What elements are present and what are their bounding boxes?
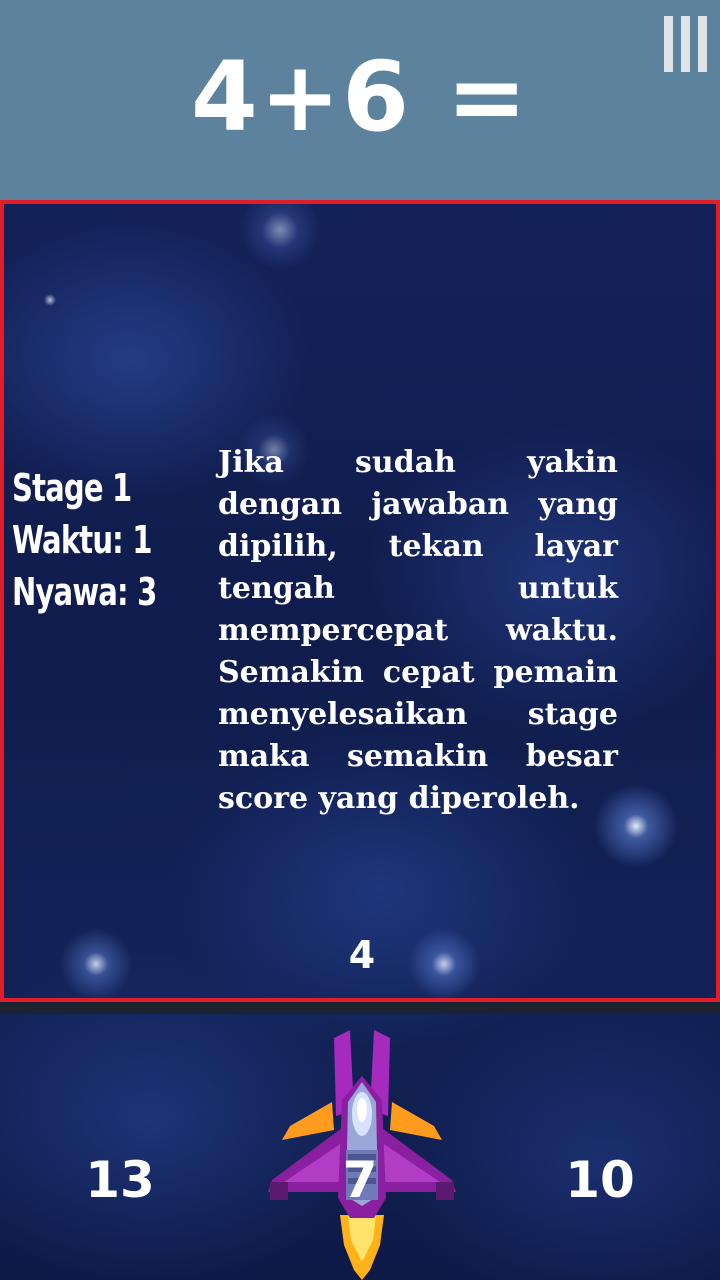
answer-option-3[interactable]: 10 — [540, 1150, 660, 1210]
stats-panel: Stage 1 Waktu: 1 Nyawa: 3 — [12, 462, 182, 618]
instruction-text: Jika sudah yakin dengan jawaban yang dip… — [218, 445, 618, 816]
math-question: 4+6 = — [191, 41, 529, 153]
menu-bars-icon[interactable] — [660, 16, 710, 74]
play-area-divider — [0, 1002, 720, 1014]
answer-option-2[interactable]: 7 — [300, 1150, 420, 1210]
lives-label: Nyawa: 3 — [12, 570, 157, 614]
stage-label: Stage 1 — [12, 466, 132, 510]
top-bar: 4+6 = — [0, 0, 720, 200]
time-label: Waktu: 1 — [12, 518, 152, 562]
countdown-number: 4 — [348, 933, 376, 977]
answer-option-1[interactable]: 13 — [60, 1150, 180, 1210]
